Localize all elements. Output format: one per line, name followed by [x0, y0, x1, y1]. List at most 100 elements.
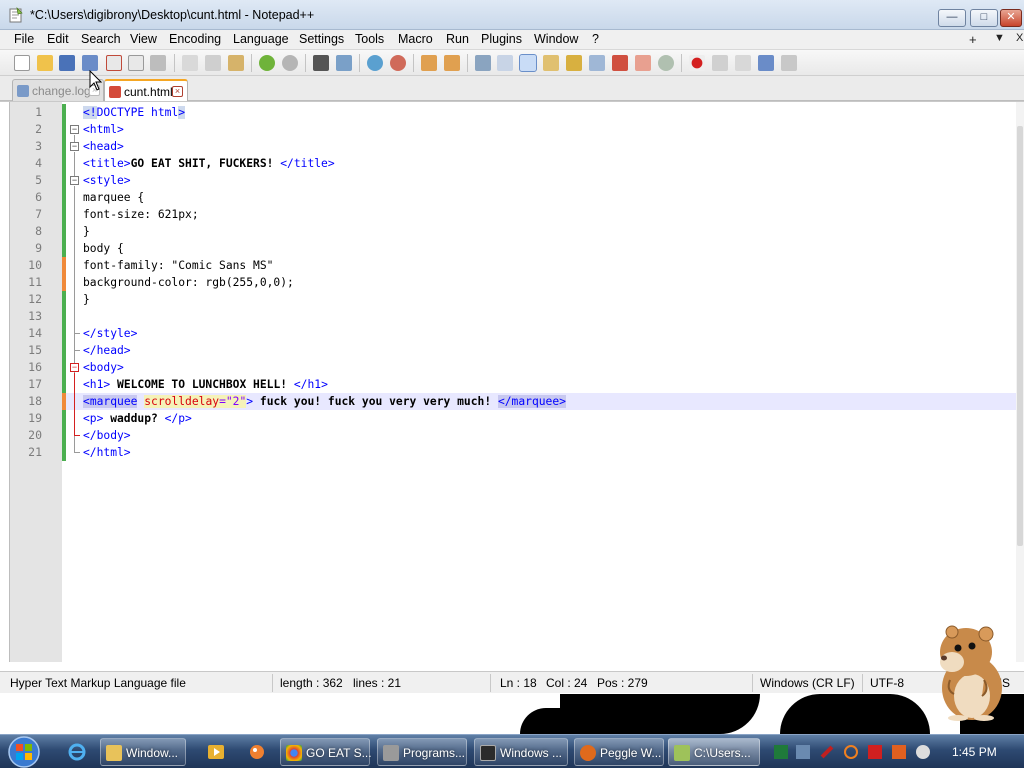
maximize-button[interactable]: □ [970, 9, 998, 27]
taskbar-item-explorer[interactable]: Window... [100, 738, 186, 766]
zoom-out-icon[interactable] [390, 55, 406, 71]
tray-network-icon[interactable] [796, 745, 810, 759]
unsaved-file-icon [109, 86, 121, 98]
change-history-bar [62, 410, 66, 461]
media-player-icon[interactable] [207, 743, 225, 761]
print-icon[interactable] [150, 55, 166, 71]
tray-tools-icon[interactable] [820, 745, 834, 759]
line-number: 5 [35, 173, 42, 187]
run-macro-multiple-icon[interactable] [758, 55, 774, 71]
fold-toggle-icon[interactable]: − [70, 363, 79, 372]
code-line-20: </body> [83, 429, 131, 442]
tab-close-icon[interactable]: × [172, 86, 183, 97]
title-bar: *C:\Users\digibrony\Desktop\cunt.html - … [0, 0, 1024, 30]
status-bar: Hyper Text Markup Language file length :… [0, 671, 1024, 693]
code-line-14: </style> [83, 327, 138, 340]
menu-help[interactable]: ? [592, 32, 599, 46]
menu-window[interactable]: Window [534, 32, 578, 46]
zoom-in-icon[interactable] [367, 55, 383, 71]
copy-icon[interactable] [205, 55, 221, 71]
menu-tools[interactable]: Tools [355, 32, 384, 46]
taskbar-item-windows[interactable]: Windows ... [474, 738, 568, 766]
editor[interactable]: 1 2 3 4 5 6 7 8 9 10 11 12 13 14 15 16 1… [0, 101, 1024, 667]
line-number: 19 [28, 411, 42, 425]
monitoring-icon[interactable] [635, 55, 651, 71]
vertical-scrollbar[interactable] [1016, 102, 1024, 662]
menu-plugins[interactable]: Plugins [481, 32, 522, 46]
code-line-3: <head> [83, 140, 124, 153]
undo-icon[interactable] [259, 55, 275, 71]
programs-icon [383, 745, 399, 761]
taskbar-item-notepadpp[interactable]: C:\Users... [668, 738, 760, 766]
tab-cunt-html[interactable]: cunt.html × [104, 79, 188, 102]
menu-macro[interactable]: Macro [398, 32, 433, 46]
stop-recording-icon[interactable] [712, 55, 728, 71]
close-all-icon[interactable] [128, 55, 144, 71]
line-number: 6 [35, 190, 42, 204]
minimize-button[interactable]: — [938, 9, 966, 27]
menu-view[interactable]: View [130, 32, 157, 46]
record-macro-icon[interactable] [689, 55, 705, 71]
code-line-5: <style> [83, 174, 131, 187]
tray-volume-icon[interactable] [916, 745, 930, 759]
indent-guide-icon[interactable] [519, 54, 537, 72]
tray-orange-icon[interactable] [892, 745, 906, 759]
paint-icon[interactable] [248, 743, 266, 761]
user-defined-language-icon[interactable] [543, 55, 559, 71]
tray-search-icon[interactable] [844, 745, 858, 759]
replace-icon[interactable] [336, 55, 352, 71]
function-list-icon[interactable] [589, 55, 605, 71]
line-number: 4 [35, 156, 42, 170]
word-wrap-icon[interactable] [475, 55, 491, 71]
menu-search[interactable]: Search [81, 32, 121, 46]
save-macro-icon[interactable] [781, 55, 797, 71]
sync-horizontal-icon[interactable] [444, 55, 460, 71]
code-line-9: body { [83, 242, 124, 255]
doc-map-icon[interactable] [566, 55, 582, 71]
scrollbar-thumb[interactable] [1017, 126, 1023, 546]
menu-edit[interactable]: Edit [47, 32, 69, 46]
taskbar-item-programs[interactable]: Programs... [377, 738, 467, 766]
close-button[interactable]: ✕ [1000, 9, 1022, 27]
menu-settings[interactable]: Settings [299, 32, 344, 46]
menu-language[interactable]: Language [233, 32, 289, 46]
new-tab-plus-button[interactable]: + [969, 32, 977, 47]
cut-icon[interactable] [182, 55, 198, 71]
playback-macro-icon[interactable] [735, 55, 751, 71]
save-icon[interactable] [59, 55, 75, 71]
tray-app-icon[interactable] [774, 745, 788, 759]
save-all-icon[interactable] [82, 55, 98, 71]
taskbar-item-chrome[interactable]: GO EAT S... [280, 738, 372, 766]
fold-toggle-icon[interactable]: − [70, 142, 79, 151]
line-number: 20 [28, 428, 42, 442]
fold-toggle-icon[interactable]: − [70, 125, 79, 134]
start-button-icon[interactable] [4, 735, 44, 769]
folder-as-workspace-icon[interactable] [612, 55, 628, 71]
tray-flag-icon[interactable] [868, 745, 882, 759]
clock[interactable]: 1:45 PM [952, 745, 997, 759]
close-file-icon[interactable] [106, 55, 122, 71]
line-number: 8 [35, 224, 42, 238]
menu-run[interactable]: Run [446, 32, 469, 46]
status-ln: Ln : 18 [500, 676, 537, 690]
paste-icon[interactable] [228, 55, 244, 71]
line-number: 3 [35, 139, 42, 153]
redo-icon[interactable] [282, 55, 298, 71]
window-title: *C:\Users\digibrony\Desktop\cunt.html - … [30, 8, 315, 22]
new-file-icon[interactable] [14, 55, 30, 71]
menu-file[interactable]: File [14, 32, 34, 46]
find-icon[interactable] [313, 55, 329, 71]
eye-icon[interactable] [658, 55, 674, 71]
status-lines: lines : 21 [353, 676, 402, 690]
tab-list-dropdown-button[interactable]: ▼ [994, 32, 1005, 44]
line-number: 10 [28, 258, 42, 272]
close-doc-button[interactable]: X [1016, 32, 1023, 44]
sync-vertical-icon[interactable] [421, 55, 437, 71]
internet-explorer-icon[interactable] [68, 743, 86, 761]
show-all-chars-icon[interactable] [497, 55, 513, 71]
menu-encoding[interactable]: Encoding [169, 32, 221, 46]
line-number: 15 [28, 343, 42, 357]
taskbar-item-peggle[interactable]: Peggle W... [574, 738, 664, 766]
open-file-icon[interactable] [37, 55, 53, 71]
fold-toggle-icon[interactable]: − [70, 176, 79, 185]
